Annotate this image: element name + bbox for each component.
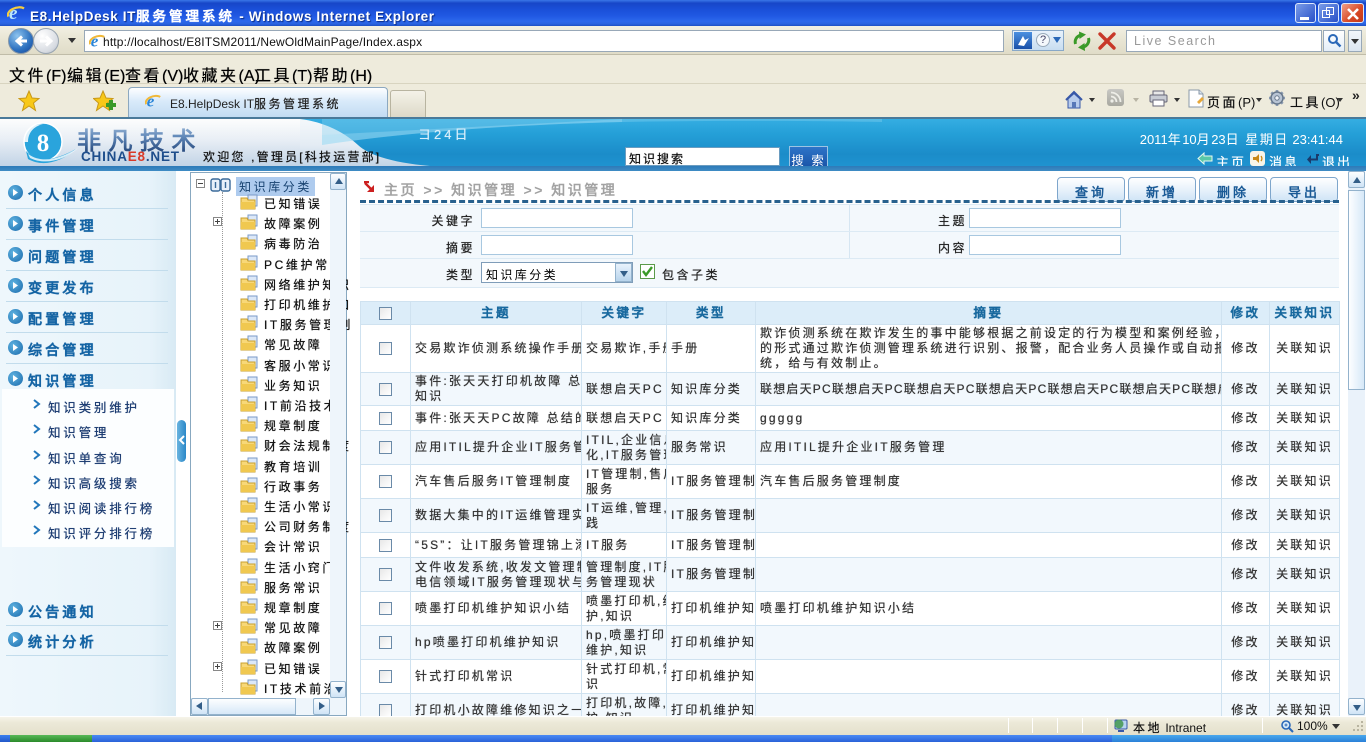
svg-text:e: e [91, 32, 99, 49]
svg-text:e: e [147, 92, 155, 109]
svg-text:e: e [9, 3, 18, 22]
svg-text:8: 8 [37, 130, 50, 157]
